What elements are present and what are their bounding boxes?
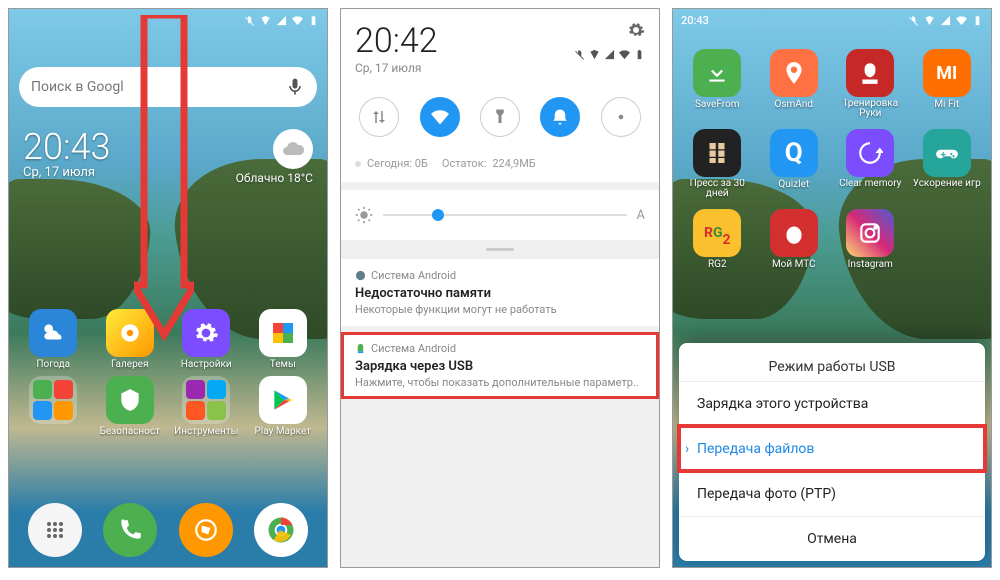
app-themes[interactable]: Темы (247, 309, 320, 370)
notification-shade: 20:42 Ср, 17 июля С (341, 9, 659, 567)
shade-header: 20:42 Ср, 17 июля (341, 9, 659, 85)
dialog-title: Режим работы USB (679, 343, 985, 381)
usb-mode-dialog: Режим работы USB Зарядка этого устройств… (679, 343, 985, 561)
signal-icon (276, 15, 287, 26)
data-left-value: 224,9МБ (492, 157, 535, 170)
qs-screenshot[interactable] (601, 97, 641, 137)
app-osmand[interactable]: OsmAnd (758, 49, 831, 119)
location-icon (260, 15, 271, 26)
phone-2: 20:42 Ср, 17 июля С (340, 8, 660, 568)
app-quizlet[interactable]: QQuizlet (758, 129, 831, 199)
notif-subtitle: Нажмите, чтобы показать дополнительные п… (355, 376, 645, 389)
app-clear-memory[interactable]: Clear memory (834, 129, 907, 199)
app-folder-1[interactable] (17, 376, 90, 437)
settings-icon[interactable] (627, 21, 645, 39)
notification-low-memory[interactable]: Система Android Недостаточно памяти Неко… (341, 259, 659, 326)
qs-flashlight[interactable] (480, 97, 520, 137)
dock (17, 503, 319, 557)
signal-icon (940, 15, 951, 26)
battery-icon (308, 15, 319, 26)
location-icon (589, 49, 600, 60)
notif-title: Зарядка через USB (355, 359, 645, 374)
app-workout-arms[interactable]: Тренировка Руки (834, 49, 907, 119)
dock-dialer[interactable] (28, 503, 82, 557)
notification-usb[interactable]: Система Android Зарядка через USB Нажмит… (341, 332, 659, 399)
qs-wifi[interactable] (420, 97, 460, 137)
weather-text: Облачно 18°C (236, 171, 313, 185)
weather-icon (273, 129, 313, 169)
android-icon (355, 343, 366, 354)
search-placeholder: Поиск в Googl (31, 79, 124, 95)
app-my-mts[interactable]: Мой МТС (758, 209, 831, 270)
app-grid: SaveFrom OsmAnd Тренировка Руки MIMi Fit… (681, 49, 983, 270)
brightness-thumb[interactable] (432, 209, 444, 221)
brightness-icon (355, 206, 373, 224)
notif-source: Система Android (355, 342, 645, 355)
usb-option-file-transfer[interactable]: Передача файлов (679, 426, 985, 471)
app-savefrom[interactable]: SaveFrom (681, 49, 754, 119)
status-bar: 20:43 (673, 9, 991, 31)
app-abs30[interactable]: Пресс за 30 дней (681, 129, 754, 199)
phone-1: Поиск в Googl 20:43 Ср, 17 июля Облачно … (8, 8, 328, 568)
dock-chrome[interactable] (254, 503, 308, 557)
notif-source: Система Android (355, 269, 645, 282)
wifi-icon (956, 15, 967, 26)
data-today: Сегодня: 0Б (367, 157, 428, 170)
usb-option-ptp[interactable]: Передача фото (PTP) (679, 471, 985, 516)
notif-subtitle: Некоторые функции могут не работать (355, 303, 645, 316)
location-icon (924, 15, 935, 26)
clock-time: 20:43 (23, 129, 110, 165)
auto-brightness-label[interactable]: A (637, 208, 645, 223)
qs-mobile-data[interactable] (359, 97, 399, 137)
app-rg2[interactable]: RG2RG2 (681, 209, 754, 270)
status-time: 20:43 (681, 14, 709, 27)
data-left-label: Остаток: (442, 157, 486, 170)
shade-time: 20:42 (355, 21, 438, 61)
mic-icon[interactable] (285, 77, 305, 97)
notif-title: Недостаточно памяти (355, 286, 645, 301)
android-icon (355, 270, 366, 281)
clock-block[interactable]: 20:43 Ср, 17 июля (23, 129, 110, 185)
quick-settings (341, 85, 659, 151)
data-usage-row[interactable]: Сегодня: 0Б Остаток: 224,9МБ (341, 151, 659, 182)
mute-icon (244, 15, 255, 26)
signal-icon (604, 49, 615, 60)
mute-icon (574, 49, 585, 60)
swipe-down-arrow-annotation (134, 15, 194, 405)
weather-block[interactable]: Облачно 18°C (236, 129, 313, 185)
brightness-track[interactable] (383, 214, 627, 216)
app-instagram[interactable]: Instagram (834, 209, 907, 270)
battery-icon (634, 49, 645, 60)
wifi-icon (619, 49, 630, 60)
dot-icon (355, 161, 361, 167)
drag-handle[interactable] (486, 248, 514, 251)
wifi-icon (292, 15, 303, 26)
dock-phone[interactable] (103, 503, 157, 557)
status-icons (574, 49, 645, 60)
mute-icon (908, 15, 919, 26)
app-weather[interactable]: Погода (17, 309, 90, 370)
phone-3: 20:43 SaveFrom OsmAnd Тренировка Руки MI… (672, 8, 992, 568)
app-mifit[interactable]: MIMi Fit (911, 49, 984, 119)
dock-browser[interactable] (179, 503, 233, 557)
qs-dnd[interactable] (540, 97, 580, 137)
shade-date: Ср, 17 июля (355, 61, 438, 75)
dialog-cancel[interactable]: Отмена (679, 516, 985, 561)
app-game-boost[interactable]: Ускорение игр (911, 129, 984, 199)
app-play-store[interactable]: Play Маркет (247, 376, 320, 437)
brightness-slider[interactable]: A (341, 190, 659, 240)
battery-icon (972, 15, 983, 26)
usb-option-charge[interactable]: Зарядка этого устройства (679, 381, 985, 426)
